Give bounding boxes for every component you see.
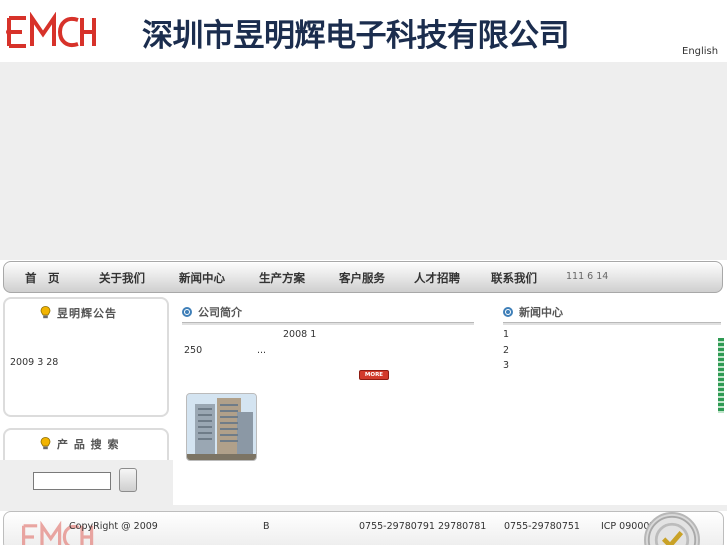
about-section-title: 公司简介 [182, 304, 242, 320]
news-divider [503, 322, 721, 325]
nav-service[interactable]: 客户服务 [339, 270, 385, 286]
more-button[interactable]: MORE [359, 370, 389, 380]
news-item[interactable]: 2 [503, 345, 509, 356]
nav-home[interactable]: 首 页 [25, 270, 60, 286]
product-search-input[interactable] [33, 472, 111, 490]
company-name: 深圳市昱明辉电子科技有限公司 [142, 18, 570, 54]
footer: CopyRight @ 2009 B 0755-29780791 2978078… [3, 511, 724, 545]
bullet-circle-icon [182, 307, 192, 317]
footer-letter: B [263, 521, 270, 532]
nav-solutions[interactable]: 生产方案 [259, 270, 305, 286]
news-item[interactable]: 3 [503, 360, 509, 371]
company-building-photo [186, 393, 257, 461]
nav-jobs[interactable]: 人才招聘 [414, 270, 460, 286]
footer-fax: 0755-29780751 [504, 521, 580, 532]
product-search-panel: 产 品 搜 索 [3, 428, 169, 460]
footer-copyright: CopyRight @ 2009 [69, 521, 158, 532]
about-title-text: 公司简介 [198, 306, 242, 319]
news-item[interactable]: 1 [503, 329, 509, 340]
notice-panel: 昱明辉公告 2009 3 28 [3, 297, 169, 417]
about-line-2a: 250 [184, 345, 203, 356]
english-link[interactable]: English [682, 46, 718, 57]
nav-about[interactable]: 关于我们 [99, 270, 145, 286]
notice-title-text: 昱明辉公告 [57, 307, 117, 320]
news-section-title: 新闻中心 [503, 304, 563, 320]
notice-text: 2009 3 28 [10, 357, 59, 368]
building-image [187, 394, 256, 460]
about-line-1: 2008 1 [283, 329, 317, 340]
search-button[interactable] [119, 468, 137, 492]
about-line-2b: ... [257, 345, 267, 356]
footer-phone: 0755-29780791 29780781 [359, 521, 487, 532]
nav-date: 111 6 14 [566, 271, 609, 282]
side-scroll-strip [718, 338, 724, 413]
main-nav: 首 页 关于我们 新闻中心 生产方案 客户服务 人才招聘 联系我们 111 6 … [3, 261, 723, 293]
lightbulb-icon [40, 437, 51, 450]
notice-title: 昱明辉公告 [40, 305, 117, 321]
bullet-circle-icon [503, 307, 513, 317]
nav-contact[interactable]: 联系我们 [491, 270, 537, 286]
search-title-text: 产 品 搜 索 [57, 438, 120, 451]
news-title-text: 新闻中心 [519, 306, 563, 319]
about-divider [182, 322, 474, 325]
nav-news[interactable]: 新闻中心 [179, 270, 225, 286]
company-logo [6, 12, 96, 48]
search-title: 产 品 搜 索 [40, 436, 120, 452]
lightbulb-icon [40, 306, 51, 319]
banner-area [0, 62, 727, 260]
